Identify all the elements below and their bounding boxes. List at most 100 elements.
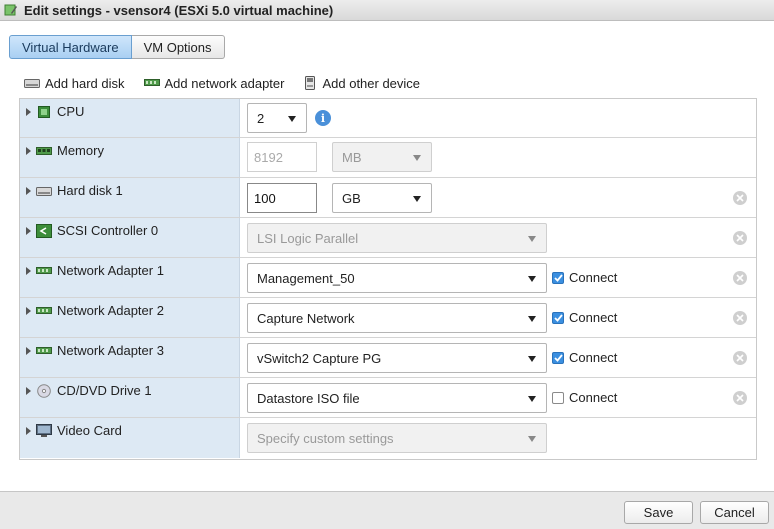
device-row-cpu: CPU 2 i (20, 99, 756, 138)
expand-hard-disk-1-toggle[interactable] (26, 187, 31, 195)
chevron-down-icon (528, 276, 536, 282)
cpu-label: CPU (57, 104, 85, 119)
network-adapter-1-network-value: Management_50 (257, 270, 355, 286)
cpu-count-select[interactable]: 2 (247, 103, 307, 133)
cd-dvd-media-select[interactable]: Datastore ISO file (247, 383, 547, 413)
device-row-network-adapter-1: Network Adapter 1 Management_50 Connect (20, 258, 756, 298)
cd-dvd-drive-1-label: CD/DVD Drive 1 (57, 383, 152, 398)
expand-cd-dvd-drive-1-toggle[interactable] (26, 387, 31, 395)
network-card-icon (143, 78, 160, 88)
other-device-icon (303, 76, 317, 90)
expand-video-card-toggle[interactable] (26, 427, 31, 435)
chevron-down-icon (528, 356, 536, 362)
network-adapter-3-network-value: vSwitch2 Capture PG (257, 350, 382, 366)
hard-disk-1-label: Hard disk 1 (57, 183, 123, 198)
cd-disc-icon (36, 383, 52, 399)
network-adapter-3-label: Network Adapter 3 (57, 343, 164, 358)
cd-dvd-connect-checkbox[interactable]: Connect (552, 390, 617, 405)
device-row-network-adapter-2: Network Adapter 2 Capture Network Connec… (20, 298, 756, 338)
checkbox-box (552, 391, 564, 404)
expand-cpu-toggle[interactable] (26, 108, 31, 116)
network-adapter-3-network-select[interactable]: vSwitch2 Capture PG (247, 343, 547, 373)
hard-disk-icon (24, 77, 40, 89)
dialog-footer: Save Cancel (0, 491, 774, 529)
network-adapter-1-connect-checkbox[interactable]: Connect (552, 270, 617, 285)
memory-label: Memory (57, 143, 104, 158)
chevron-down-icon (528, 436, 536, 442)
checkmark-icon (552, 311, 564, 324)
memory-size-input[interactable]: 8192 (247, 142, 317, 172)
remove-device-icon[interactable] (733, 271, 747, 285)
virtual-hardware-grid: CPU 2 i Memory 8192 MB Hard disk 1 100 G… (19, 98, 757, 460)
add-other-device-button[interactable]: Add other device (303, 76, 420, 91)
network-adapter-2-connect-checkbox[interactable]: Connect (552, 310, 617, 325)
chevron-down-icon (528, 316, 536, 322)
network-adapter-2-network-select[interactable]: Capture Network (247, 303, 547, 333)
hard-disk-unit-select[interactable]: GB (332, 183, 432, 213)
video-card-settings-select[interactable]: Specify custom settings (247, 423, 547, 453)
scsi-controller-type-value: LSI Logic Parallel (257, 230, 359, 246)
device-toolbar: Add hard disk Add network adapter Add ot… (24, 73, 439, 93)
scsi-controller-type-select[interactable]: LSI Logic Parallel (247, 223, 547, 253)
expand-memory-toggle[interactable] (26, 147, 31, 155)
hard-disk-unit-value: GB (342, 190, 361, 206)
expand-network-adapter-2-toggle[interactable] (26, 307, 31, 315)
checkmark-icon (552, 271, 564, 284)
network-adapter-2-network-value: Capture Network (257, 310, 355, 326)
tab-virtual-hardware[interactable]: Virtual Hardware (9, 35, 132, 59)
cd-dvd-media-value: Datastore ISO file (257, 390, 360, 406)
expand-network-adapter-3-toggle[interactable] (26, 347, 31, 355)
device-row-network-adapter-3: Network Adapter 3 vSwitch2 Capture PG Co… (20, 338, 756, 378)
chevron-down-icon (413, 196, 421, 202)
cpu-chip-icon (36, 104, 52, 120)
chevron-down-icon (288, 116, 296, 122)
remove-device-icon[interactable] (733, 311, 747, 325)
expand-network-adapter-1-toggle[interactable] (26, 267, 31, 275)
chevron-down-icon (413, 155, 421, 161)
info-icon[interactable]: i (315, 110, 331, 126)
hard-disk-icon (36, 183, 52, 199)
connect-label: Connect (569, 270, 618, 285)
hard-disk-size-input[interactable]: 100 (247, 183, 317, 213)
network-adapter-1-network-select[interactable]: Management_50 (247, 263, 547, 293)
memory-module-icon (36, 143, 52, 159)
add-other-device-label: Add other device (322, 75, 421, 91)
expand-scsi-controller-0-toggle[interactable] (26, 227, 31, 235)
cpu-count-value: 2 (257, 110, 265, 126)
memory-unit-select[interactable]: MB (332, 142, 432, 172)
window-title-bar: Edit settings - vsensor4 (ESXi 5.0 virtu… (0, 0, 774, 21)
connect-label: Connect (569, 350, 618, 365)
device-row-scsi-controller-0: SCSI Controller 0 LSI Logic Parallel (20, 218, 756, 258)
device-row-hard-disk-1: Hard disk 1 100 GB (20, 178, 756, 218)
add-network-adapter-button[interactable]: Add network adapter (143, 75, 285, 91)
tab-vm-options[interactable]: VM Options (131, 35, 225, 59)
add-hard-disk-label: Add hard disk (45, 75, 125, 91)
network-card-icon (36, 343, 52, 359)
device-row-memory: Memory 8192 MB (20, 138, 756, 178)
connect-label: Connect (569, 390, 618, 405)
add-network-adapter-label: Add network adapter (164, 75, 285, 91)
window-title: Edit settings - vsensor4 (ESXi 5.0 virtu… (24, 2, 334, 18)
checkmark-icon (552, 351, 564, 364)
chevron-down-icon (528, 396, 536, 402)
device-row-cd-dvd-drive-1: CD/DVD Drive 1 Datastore ISO file Connec… (20, 378, 756, 418)
device-row-video-card: Video Card Specify custom settings (20, 418, 756, 458)
chevron-down-icon (528, 236, 536, 242)
network-card-icon (36, 303, 52, 319)
remove-device-icon[interactable] (733, 191, 747, 205)
network-adapter-1-label: Network Adapter 1 (57, 263, 164, 278)
scsi-controller-0-label: SCSI Controller 0 (57, 223, 159, 238)
network-adapter-3-connect-checkbox[interactable]: Connect (552, 350, 617, 365)
scsi-controller-icon (36, 223, 52, 239)
remove-device-icon[interactable] (733, 391, 747, 405)
save-button[interactable]: Save (624, 501, 693, 524)
tab-bar: Virtual Hardware VM Options (9, 35, 225, 59)
add-hard-disk-button[interactable]: Add hard disk (24, 76, 125, 91)
cancel-button[interactable]: Cancel (700, 501, 769, 524)
monitor-icon (36, 423, 52, 439)
video-card-settings-value: Specify custom settings (257, 430, 394, 446)
network-card-icon (36, 263, 52, 279)
memory-unit-value: MB (342, 149, 362, 165)
remove-device-icon[interactable] (733, 351, 747, 365)
remove-device-icon[interactable] (733, 231, 747, 245)
